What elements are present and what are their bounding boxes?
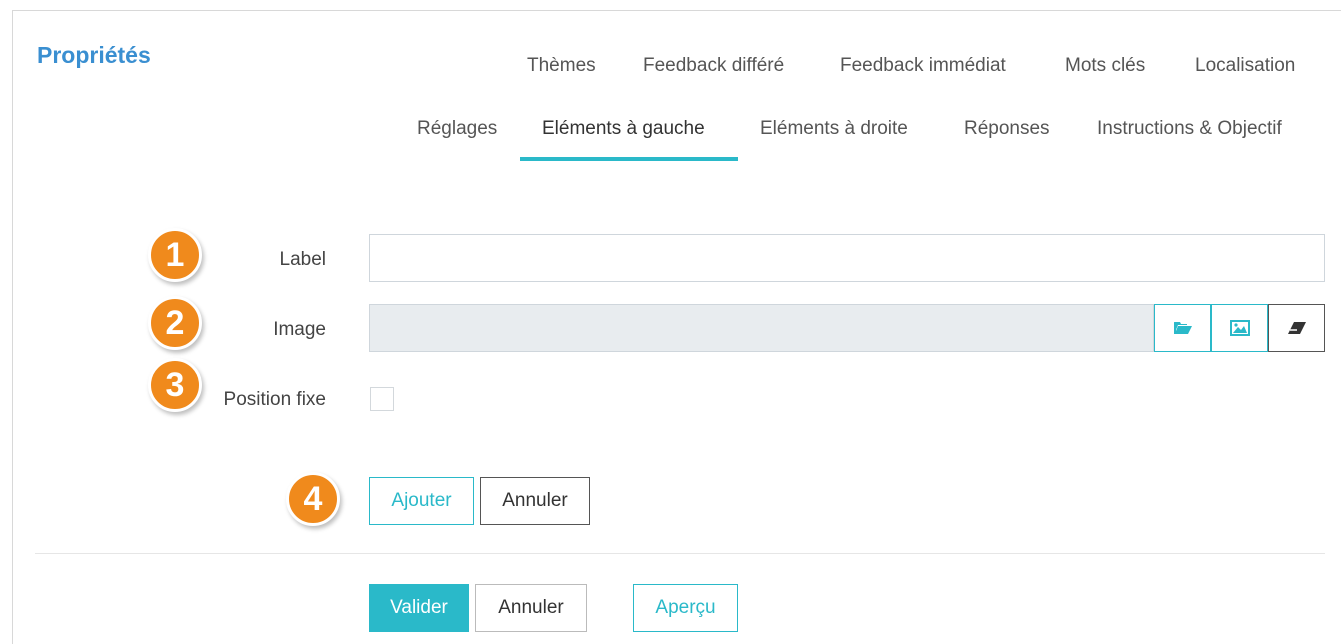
step-badge-2: 2 — [148, 296, 202, 350]
select-image-button[interactable] — [1211, 304, 1268, 352]
eraser-icon — [1287, 322, 1306, 334]
tab-themes[interactable]: Thèmes — [527, 55, 596, 77]
step-badge-3: 3 — [148, 358, 202, 412]
add-button[interactable]: Ajouter — [369, 477, 474, 525]
tab-reponses[interactable]: Réponses — [964, 118, 1050, 140]
folder-open-icon — [1173, 322, 1192, 334]
browse-folder-button[interactable] — [1154, 304, 1211, 352]
label-field-label: Label — [279, 249, 327, 270]
position-fixed-checkbox[interactable] — [370, 387, 394, 411]
tab-elements-droite[interactable]: Eléments à droite — [760, 118, 908, 140]
tab-elements-gauche[interactable]: Eléments à gauche — [542, 118, 705, 140]
tab-reglages[interactable]: Réglages — [417, 118, 497, 140]
section-divider — [35, 553, 1325, 554]
image-icon — [1229, 320, 1250, 336]
clear-image-button[interactable] — [1268, 304, 1325, 352]
tab-mots-cles[interactable]: Mots clés — [1065, 55, 1145, 77]
position-fixed-label: Position fixe — [223, 389, 326, 410]
active-tab-indicator — [520, 157, 738, 161]
tab-feedback-differe[interactable]: Feedback différé — [643, 55, 784, 77]
page-title: Propriétés — [37, 42, 151, 68]
preview-button[interactable]: Aperçu — [633, 584, 738, 632]
cancel-add-button[interactable]: Annuler — [480, 477, 590, 525]
tab-instructions-objectif[interactable]: Instructions & Objectif — [1097, 118, 1282, 140]
label-input[interactable] — [369, 234, 1325, 282]
cancel-button[interactable]: Annuler — [475, 584, 587, 632]
validate-button[interactable]: Valider — [369, 584, 469, 632]
image-path-field — [369, 304, 1154, 352]
step-badge-4: 4 — [286, 472, 340, 526]
tab-localisation[interactable]: Localisation — [1195, 55, 1295, 77]
image-field-label: Image — [273, 319, 326, 340]
step-badge-1: 1 — [148, 228, 202, 282]
tab-feedback-immediat[interactable]: Feedback immédiat — [840, 55, 1006, 77]
